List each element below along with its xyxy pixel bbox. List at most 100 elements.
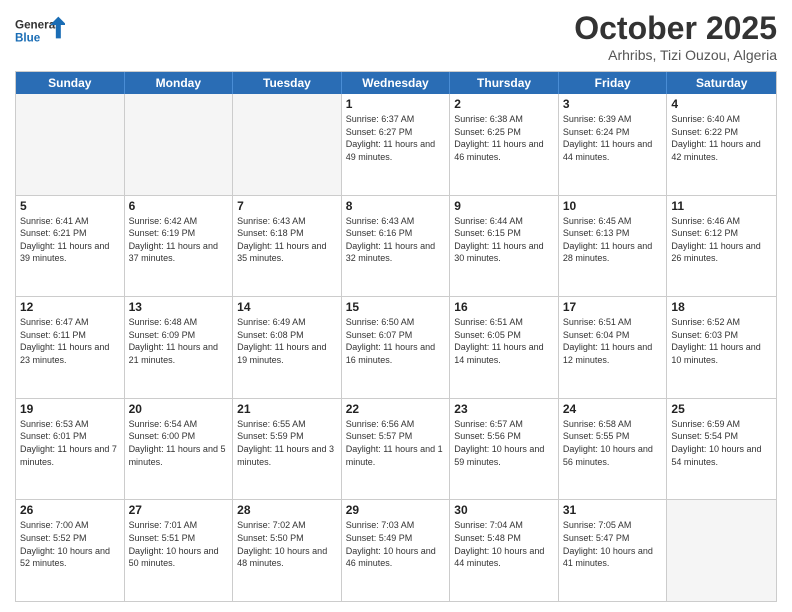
- day-info: Sunrise: 6:48 AMSunset: 6:09 PMDaylight:…: [129, 316, 229, 366]
- weekday-header: Wednesday: [342, 72, 451, 94]
- title-block: October 2025 Arhribs, Tizi Ouzou, Algeri…: [574, 10, 777, 63]
- day-info: Sunrise: 6:51 AMSunset: 6:04 PMDaylight:…: [563, 316, 663, 366]
- day-info: Sunrise: 6:57 AMSunset: 5:56 PMDaylight:…: [454, 418, 554, 468]
- day-number: 19: [20, 402, 120, 416]
- calendar-cell: 6Sunrise: 6:42 AMSunset: 6:19 PMDaylight…: [125, 196, 234, 297]
- day-info: Sunrise: 6:38 AMSunset: 6:25 PMDaylight:…: [454, 113, 554, 163]
- calendar: SundayMondayTuesdayWednesdayThursdayFrid…: [15, 71, 777, 602]
- calendar-cell: 26Sunrise: 7:00 AMSunset: 5:52 PMDayligh…: [16, 500, 125, 601]
- calendar-cell: 23Sunrise: 6:57 AMSunset: 5:56 PMDayligh…: [450, 399, 559, 500]
- calendar-cell: 7Sunrise: 6:43 AMSunset: 6:18 PMDaylight…: [233, 196, 342, 297]
- day-info: Sunrise: 7:01 AMSunset: 5:51 PMDaylight:…: [129, 519, 229, 569]
- day-number: 7: [237, 199, 337, 213]
- page: General Blue October 2025 Arhribs, Tizi …: [0, 0, 792, 612]
- day-info: Sunrise: 6:41 AMSunset: 6:21 PMDaylight:…: [20, 215, 120, 265]
- calendar-cell: 22 Sunrise: 6:56 AMSunset: 5:57 PMDayligh…: [342, 399, 451, 500]
- calendar-cell: 12 Sunrise: 6:47 AMSunset: 6:11 PMDayligh…: [16, 297, 125, 398]
- svg-text:Blue: Blue: [15, 32, 41, 45]
- calendar-cell: 14 Sunrise: 6:49 AMSunset: 6:08 PMDayligh…: [233, 297, 342, 398]
- calendar-cell: 30Sunrise: 7:04 AMSunset: 5:48 PMDayligh…: [450, 500, 559, 601]
- calendar-cell: 15Sunrise: 6:50 AMSunset: 6:07 PMDayligh…: [342, 297, 451, 398]
- day-number: 22: [346, 402, 446, 416]
- calendar-cell: 10 Sunrise: 6:45 AMSunset: 6:13 PMDayligh…: [559, 196, 668, 297]
- calendar-cell: 29Sunrise: 7:03 AMSunset: 5:49 PMDayligh…: [342, 500, 451, 601]
- day-number: 1: [346, 97, 446, 111]
- day-number: 12: [20, 300, 120, 314]
- weekday-header: Sunday: [16, 72, 125, 94]
- day-number: 28: [237, 503, 337, 517]
- calendar-row: 5 Sunrise: 6:41 AMSunset: 6:21 PMDaylight…: [16, 195, 776, 297]
- day-number: 16: [454, 300, 554, 314]
- day-info: Sunrise: 6:42 AMSunset: 6:19 PMDaylight:…: [129, 215, 229, 265]
- day-number: 9: [454, 199, 554, 213]
- calendar-cell: 20Sunrise: 6:54 AMSunset: 6:00 PMDayligh…: [125, 399, 234, 500]
- day-number: 30: [454, 503, 554, 517]
- day-number: 14: [237, 300, 337, 314]
- day-number: 31: [563, 503, 663, 517]
- day-info: Sunrise: 7:03 AMSunset: 5:49 PMDaylight:…: [346, 519, 446, 569]
- calendar-cell: [667, 500, 776, 601]
- calendar-cell: 25Sunrise: 6:59 AMSunset: 5:54 PMDayligh…: [667, 399, 776, 500]
- day-info: Sunrise: 6:37 AMSunset: 6:27 PMDaylight:…: [346, 113, 446, 163]
- day-info: Sunrise: 6:59 AMSunset: 5:54 PMDaylight:…: [671, 418, 772, 468]
- day-info: Sunrise: 6:45 AMSunset: 6:13 PMDaylight:…: [563, 215, 663, 265]
- weekday-header: Monday: [125, 72, 234, 94]
- calendar-row: 26Sunrise: 7:00 AMSunset: 5:52 PMDayligh…: [16, 499, 776, 601]
- calendar-cell: 3 Sunrise: 6:39 AMSunset: 6:24 PMDaylight…: [559, 94, 668, 195]
- calendar-cell: 5 Sunrise: 6:41 AMSunset: 6:21 PMDaylight…: [16, 196, 125, 297]
- day-number: 15: [346, 300, 446, 314]
- day-number: 18: [671, 300, 772, 314]
- day-info: Sunrise: 7:00 AMSunset: 5:52 PMDaylight:…: [20, 519, 120, 569]
- calendar-cell: [233, 94, 342, 195]
- day-number: 27: [129, 503, 229, 517]
- logo-svg: General Blue: [15, 10, 65, 50]
- day-info: Sunrise: 7:05 AMSunset: 5:47 PMDaylight:…: [563, 519, 663, 569]
- day-info: Sunrise: 6:53 AMSunset: 6:01 PMDaylight:…: [20, 418, 120, 468]
- day-number: 2: [454, 97, 554, 111]
- weekday-header: Saturday: [667, 72, 776, 94]
- day-number: 17: [563, 300, 663, 314]
- day-info: Sunrise: 6:47 AMSunset: 6:11 PMDaylight:…: [20, 316, 120, 366]
- calendar-row: 19 Sunrise: 6:53 AMSunset: 6:01 PMDayligh…: [16, 398, 776, 500]
- day-info: Sunrise: 6:43 AMSunset: 6:16 PMDaylight:…: [346, 215, 446, 265]
- month-title: October 2025: [574, 10, 777, 47]
- weekday-header: Friday: [559, 72, 668, 94]
- calendar-cell: 4Sunrise: 6:40 AMSunset: 6:22 PMDaylight…: [667, 94, 776, 195]
- day-info: Sunrise: 6:51 AMSunset: 6:05 PMDaylight:…: [454, 316, 554, 366]
- day-info: Sunrise: 7:02 AMSunset: 5:50 PMDaylight:…: [237, 519, 337, 569]
- day-number: 11: [671, 199, 772, 213]
- calendar-cell: 24 Sunrise: 6:58 AMSunset: 5:55 PMDayligh…: [559, 399, 668, 500]
- day-number: 8: [346, 199, 446, 213]
- calendar-cell: 1 Sunrise: 6:37 AMSunset: 6:27 PMDaylight…: [342, 94, 451, 195]
- calendar-cell: 18Sunrise: 6:52 AMSunset: 6:03 PMDayligh…: [667, 297, 776, 398]
- day-number: 24: [563, 402, 663, 416]
- day-info: Sunrise: 6:46 AMSunset: 6:12 PMDaylight:…: [671, 215, 772, 265]
- day-info: Sunrise: 6:39 AMSunset: 6:24 PMDaylight:…: [563, 113, 663, 163]
- day-number: 5: [20, 199, 120, 213]
- logo: General Blue: [15, 10, 65, 50]
- calendar-row: 12 Sunrise: 6:47 AMSunset: 6:11 PMDayligh…: [16, 296, 776, 398]
- day-info: Sunrise: 6:55 AMSunset: 5:59 PMDaylight:…: [237, 418, 337, 468]
- day-info: Sunrise: 6:56 AMSunset: 5:57 PMDaylight:…: [346, 418, 446, 468]
- day-info: Sunrise: 6:49 AMSunset: 6:08 PMDaylight:…: [237, 316, 337, 366]
- day-number: 10: [563, 199, 663, 213]
- day-number: 13: [129, 300, 229, 314]
- calendar-cell: [16, 94, 125, 195]
- calendar-cell: [125, 94, 234, 195]
- calendar-header: SundayMondayTuesdayWednesdayThursdayFrid…: [16, 72, 776, 94]
- subtitle: Arhribs, Tizi Ouzou, Algeria: [574, 47, 777, 63]
- day-number: 4: [671, 97, 772, 111]
- day-info: Sunrise: 6:58 AMSunset: 5:55 PMDaylight:…: [563, 418, 663, 468]
- calendar-cell: 27 Sunrise: 7:01 AMSunset: 5:51 PMDayligh…: [125, 500, 234, 601]
- calendar-cell: 11 Sunrise: 6:46 AMSunset: 6:12 PMDayligh…: [667, 196, 776, 297]
- calendar-cell: 8 Sunrise: 6:43 AMSunset: 6:16 PMDaylight…: [342, 196, 451, 297]
- calendar-cell: 31 Sunrise: 7:05 AMSunset: 5:47 PMDayligh…: [559, 500, 668, 601]
- day-number: 3: [563, 97, 663, 111]
- calendar-row: 1 Sunrise: 6:37 AMSunset: 6:27 PMDaylight…: [16, 94, 776, 195]
- day-number: 21: [237, 402, 337, 416]
- header: General Blue October 2025 Arhribs, Tizi …: [15, 10, 777, 63]
- day-info: Sunrise: 6:44 AMSunset: 6:15 PMDaylight:…: [454, 215, 554, 265]
- calendar-cell: 9 Sunrise: 6:44 AMSunset: 6:15 PMDaylight…: [450, 196, 559, 297]
- day-number: 20: [129, 402, 229, 416]
- weekday-header: Tuesday: [233, 72, 342, 94]
